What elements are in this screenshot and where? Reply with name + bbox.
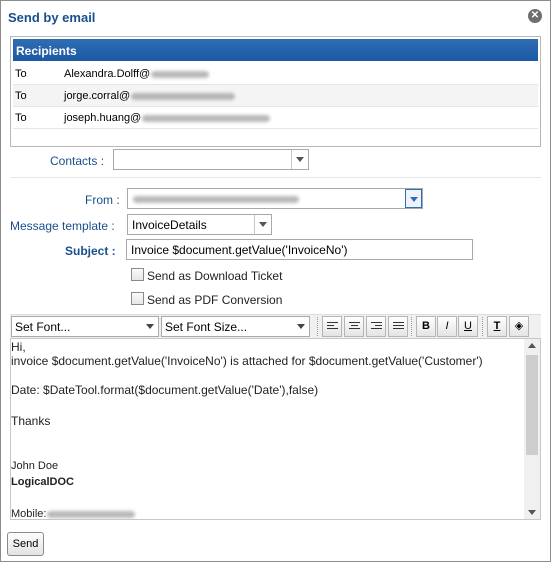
- recipients-list: To Alexandra.Dolff@ To jorge.corral@ To …: [13, 63, 538, 145]
- send-email-dialog: Send by email ✕ Recipients To Alexandra.…: [0, 0, 551, 562]
- scroll-down-icon[interactable]: [524, 505, 540, 519]
- recipient-email: Alexandra.Dolff@: [64, 68, 210, 80]
- template-select[interactable]: InvoiceDetails: [127, 214, 272, 235]
- toolbar-separator: [317, 317, 319, 336]
- bold-button[interactable]: B: [416, 316, 436, 337]
- divider: [10, 177, 541, 178]
- message-line: Date: $DateTool.format($document.getValu…: [11, 383, 319, 397]
- recipient-type: To: [15, 112, 27, 124]
- from-select[interactable]: [127, 188, 423, 209]
- recipients-panel: Recipients To Alexandra.Dolff@ To jorge.…: [10, 36, 541, 147]
- signature-company: LogicalDOC: [11, 476, 74, 488]
- message-editor[interactable]: Hi, invoice $document.getValue('InvoiceN…: [10, 338, 541, 520]
- chevron-down-icon[interactable]: [143, 317, 158, 336]
- dialog-titlebar: Send by email ✕: [1, 1, 550, 33]
- dialog-title: Send by email: [8, 10, 96, 25]
- scroll-up-icon[interactable]: [524, 339, 540, 353]
- recipient-row[interactable]: To Alexandra.Dolff@: [13, 63, 538, 85]
- underline-button[interactable]: U: [458, 316, 478, 337]
- chevron-down-icon[interactable]: [405, 189, 422, 208]
- recipient-email: joseph.huang@: [64, 112, 271, 124]
- font-select[interactable]: Set Font...: [11, 316, 159, 337]
- close-icon[interactable]: ✕: [528, 9, 542, 23]
- download-ticket-checkbox[interactable]: [131, 268, 144, 281]
- italic-button[interactable]: I: [437, 316, 457, 337]
- editor-toolbar: Set Font... Set Font Size... B I U T ◈: [10, 314, 541, 338]
- recipients-header: Recipients: [13, 39, 538, 61]
- align-left-icon[interactable]: [322, 316, 342, 337]
- pdf-conversion-checkbox[interactable]: [131, 292, 144, 305]
- template-label: Message template :: [10, 219, 115, 233]
- editor-scrollbar[interactable]: [524, 339, 540, 519]
- chevron-down-icon[interactable]: [291, 150, 308, 169]
- message-line: Thanks: [11, 414, 51, 428]
- recipient-type: To: [15, 68, 27, 80]
- redacted-text: [47, 510, 136, 518]
- pdf-conversion-label: Send as PDF Conversion: [147, 293, 283, 307]
- redacted-text: [142, 114, 271, 122]
- chevron-down-icon[interactable]: [254, 215, 271, 234]
- background-color-icon[interactable]: ◈: [509, 316, 529, 337]
- signature-name: John Doe: [11, 460, 59, 472]
- recipient-email: jorge.corral@: [64, 90, 236, 102]
- align-center-icon[interactable]: [344, 316, 364, 337]
- message-line: Hi,: [11, 340, 26, 354]
- align-justify-icon[interactable]: [388, 316, 408, 337]
- send-button[interactable]: Send: [7, 532, 44, 556]
- from-label: From :: [85, 193, 120, 207]
- recipient-row[interactable]: To joseph.huang@: [13, 107, 538, 129]
- subject-input[interactable]: Invoice $document.getValue('InvoiceNo'): [126, 239, 473, 260]
- from-value: [132, 192, 299, 206]
- subject-label: Subject :: [65, 244, 116, 258]
- redacted-text: [133, 196, 299, 204]
- font-size-select[interactable]: Set Font Size...: [161, 316, 310, 337]
- chevron-down-icon[interactable]: [294, 317, 309, 336]
- recipient-row[interactable]: To jorge.corral@: [13, 85, 538, 107]
- signature-mobile: Mobile:: [11, 508, 136, 519]
- toolbar-separator: [411, 317, 413, 336]
- scrollbar-thumb[interactable]: [526, 355, 538, 455]
- text-color-icon[interactable]: T: [487, 316, 507, 337]
- download-ticket-label: Send as Download Ticket: [147, 269, 283, 283]
- redacted-text: [151, 70, 210, 78]
- contacts-label: Contacts :: [50, 154, 105, 168]
- contacts-select[interactable]: [113, 149, 309, 170]
- toolbar-separator: [482, 317, 484, 336]
- recipient-type: To: [15, 90, 27, 102]
- redacted-text: [131, 92, 236, 100]
- message-body[interactable]: Hi, invoice $document.getValue('InvoiceN…: [11, 339, 525, 519]
- message-line: invoice $document.getValue('InvoiceNo') …: [11, 354, 483, 368]
- align-right-icon[interactable]: [366, 316, 386, 337]
